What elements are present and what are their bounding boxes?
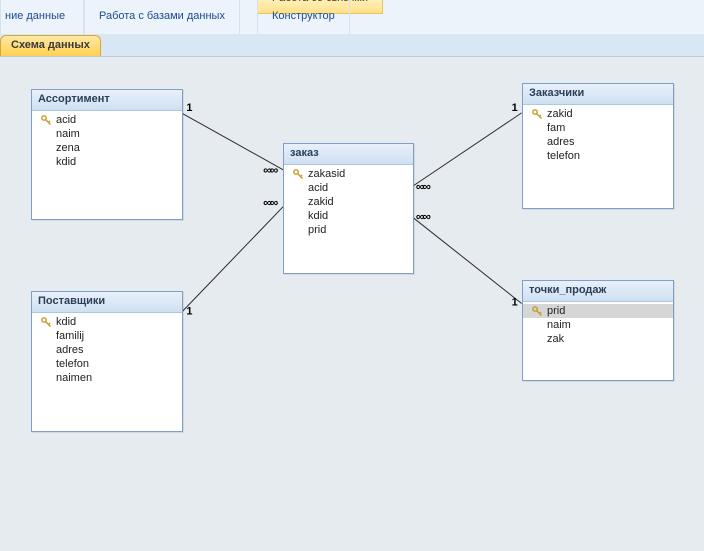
field-row[interactable]: kdid [32,155,182,169]
field-row[interactable]: adres [32,343,182,357]
ribbon-item-label: Работа с базами данных [99,0,225,22]
field-name: telefon [54,358,89,370]
primary-key-icon [292,210,306,222]
table-zakaz[interactable]: заказ zakasid acid zakid kdid prid [283,143,414,274]
primary-key-icon [531,319,545,331]
field-row[interactable]: telefon [32,357,182,371]
field-name: naimen [54,372,92,384]
field-name: naim [54,128,80,140]
primary-key-icon [40,142,54,154]
field-list: zakid fam adres telefon [523,105,673,208]
field-list: acid naim zena kdid [32,111,182,219]
field-row[interactable]: zena [32,141,182,155]
field-row[interactable]: zakid [523,107,673,121]
svg-text:1: 1 [512,102,518,114]
field-name: zakid [306,196,334,208]
primary-key-icon [292,168,306,180]
primary-key-icon [40,330,54,342]
field-row[interactable]: naimen [32,371,182,385]
field-list: prid naim zak [523,302,673,380]
field-row[interactable]: acid [32,113,182,127]
field-row[interactable]: naim [523,318,673,332]
field-row[interactable]: adres [523,135,673,149]
primary-key-icon [531,108,545,120]
field-row[interactable]: prid [523,304,673,318]
table-header: Заказчики [523,84,673,105]
field-name: telefon [545,150,580,162]
ribbon-menu: ние данные Работа с базами данных Работа… [0,0,704,35]
table-header: Ассортимент [32,90,182,111]
ribbon-item-label: Конструктор [272,0,335,22]
field-name: familij [54,330,84,342]
tab-label: Схема данных [11,39,90,51]
primary-key-icon [40,128,54,140]
field-row[interactable]: zakasid [284,167,413,181]
primary-key-icon [40,344,54,356]
field-name: prid [306,224,326,236]
field-row[interactable]: fam [523,121,673,135]
field-name: kdid [306,210,328,222]
svg-text:∞∞: ∞∞ [263,163,278,177]
field-name: zak [545,333,564,345]
table-postavshiki[interactable]: Поставщики kdid familij adres telefon naimen [31,291,183,432]
field-row[interactable]: prid [284,223,413,237]
svg-text:∞∞: ∞∞ [416,210,431,224]
field-name: adres [545,136,575,148]
svg-text:1: 1 [512,296,518,308]
table-tochki[interactable]: точки_продаж prid naim zak [522,280,674,381]
primary-key-icon [531,122,545,134]
field-row[interactable]: kdid [32,315,182,329]
field-name: prid [545,305,565,317]
field-list: zakasid acid zakid kdid prid [284,165,413,273]
primary-key-icon [40,114,54,126]
field-row[interactable]: acid [284,181,413,195]
field-name: adres [54,344,84,356]
primary-key-icon [531,333,545,345]
primary-key-icon [292,182,306,194]
primary-key-icon [292,224,306,236]
field-name: zena [54,142,80,154]
field-name: acid [54,114,76,126]
primary-key-icon [40,316,54,328]
field-list: kdid familij adres telefon naimen [32,313,182,431]
svg-text:∞∞: ∞∞ [263,196,278,210]
field-row[interactable]: naim [32,127,182,141]
field-name: fam [545,122,565,134]
field-row[interactable]: zakid [284,195,413,209]
table-header: точки_продаж [523,281,673,302]
field-name: kdid [54,316,76,328]
table-assortiment[interactable]: Ассортимент acid naim zena kdid [31,89,183,220]
ribbon-item-external[interactable]: ние данные [0,0,84,34]
ribbon-item-db-tools[interactable]: Работа с базами данных [84,0,240,34]
tab-schema[interactable]: Схема данных [0,35,101,57]
tab-strip: Схема данных [0,34,704,57]
field-name: acid [306,182,328,194]
ribbon-item-label: ние данные [5,0,69,22]
table-header: Поставщики [32,292,182,313]
svg-text:1: 1 [186,305,192,317]
table-zakazchiki[interactable]: Заказчики zakid fam adres telefon [522,83,674,209]
field-name: zakid [545,108,573,120]
table-header: заказ [284,144,413,165]
field-name: kdid [54,156,76,168]
primary-key-icon [40,156,54,168]
field-name: zakasid [306,168,345,180]
field-row[interactable]: kdid [284,209,413,223]
primary-key-icon [40,358,54,370]
field-row[interactable]: telefon [523,149,673,163]
primary-key-icon [292,196,306,208]
relationship-canvas[interactable]: 1 ∞∞ 1 ∞∞ 1 ∞∞ 1 ∞∞ Ассортимент acid naim… [0,56,704,551]
field-row[interactable]: familij [32,329,182,343]
field-row[interactable]: zak [523,332,673,346]
primary-key-icon [531,305,545,317]
svg-text:∞∞: ∞∞ [416,180,431,194]
field-name: naim [545,319,571,331]
svg-text:1: 1 [186,102,192,114]
ribbon-item-designer[interactable]: Конструктор [257,0,350,34]
primary-key-icon [531,136,545,148]
primary-key-icon [531,150,545,162]
primary-key-icon [40,372,54,384]
